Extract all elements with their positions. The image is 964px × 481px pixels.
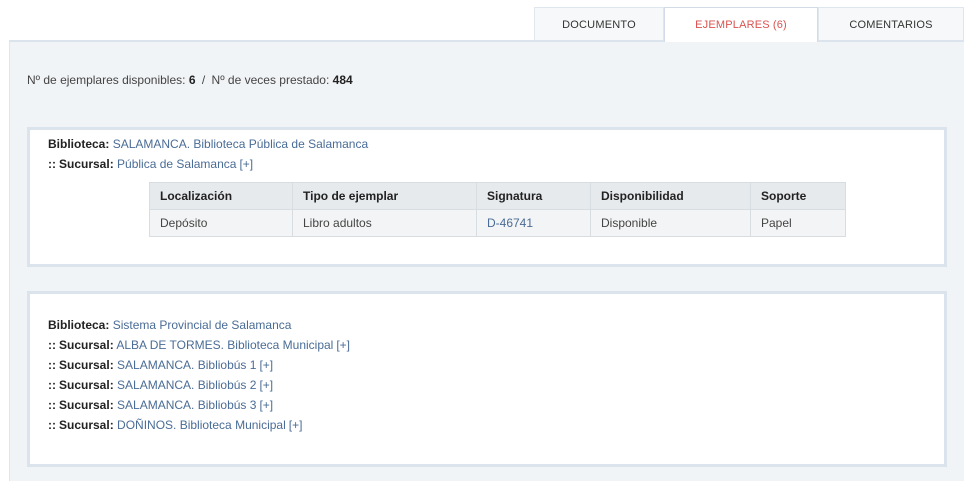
- tab-documento-label: DOCUMENTO: [562, 18, 636, 31]
- sucursal-label: Sucursal:: [59, 338, 114, 352]
- sucursal-label: Sucursal:: [59, 378, 114, 392]
- header-disponibilidad: Disponibilidad: [590, 182, 751, 210]
- sucursal-label: Sucursal:: [59, 418, 114, 432]
- sucursal-label: Sucursal:: [59, 358, 114, 372]
- loans-label: Nº de veces prestado:: [211, 73, 330, 87]
- expand-branch-button[interactable]: [+]: [259, 378, 273, 392]
- branch-line: :: Sucursal: SALAMANCA. Bibliobús 2 [+]: [48, 375, 926, 395]
- library-line: Biblioteca: Sistema Provincial de Salama…: [48, 315, 926, 335]
- expand-branch-button[interactable]: [+]: [289, 418, 303, 432]
- cell-soporte: Papel: [750, 209, 846, 237]
- branch-name: ALBA DE TORMES. Biblioteca Municipal: [116, 338, 334, 352]
- tab-comentarios[interactable]: COMENTARIOS: [818, 7, 964, 41]
- bullet-icon: ::: [48, 157, 56, 171]
- expand-branch-button[interactable]: [+]: [259, 358, 273, 372]
- tab-ejemplares-count: (6): [772, 19, 787, 31]
- branch-name: DOÑINOS. Biblioteca Municipal: [117, 418, 286, 432]
- bullet-icon: ::: [48, 398, 56, 412]
- tab-documento[interactable]: DOCUMENTO: [534, 7, 664, 41]
- library-name: SALAMANCA. Biblioteca Pública de Salaman…: [112, 137, 369, 151]
- branch-line: :: Sucursal: Pública de Salamanca [+]: [48, 154, 926, 174]
- branch-name: Pública de Salamanca: [117, 157, 237, 171]
- branch-line: :: Sucursal: SALAMANCA. Bibliobús 1 [+]: [48, 355, 926, 375]
- branch-line: :: Sucursal: SALAMANCA. Bibliobús 3 [+]: [48, 395, 926, 415]
- cell-disponibilidad: Disponible: [590, 209, 751, 237]
- expand-branch-button[interactable]: [+]: [239, 157, 253, 171]
- expand-branch-button[interactable]: [+]: [336, 338, 350, 352]
- library-box-1: Biblioteca: SALAMANCA. Biblioteca Públic…: [27, 127, 947, 267]
- library-name: Sistema Provincial de Salamanca: [112, 318, 292, 332]
- library-box-2: Biblioteca: Sistema Provincial de Salama…: [27, 291, 947, 467]
- branch-name: SALAMANCA. Bibliobús 3: [117, 398, 257, 412]
- bullet-icon: ::: [48, 378, 56, 392]
- tab-comentarios-label: COMENTARIOS: [849, 18, 933, 31]
- header-soporte: Soporte: [750, 182, 846, 210]
- ejemplares-panel: Nº de ejemplares disponibles: 6 / Nº de …: [9, 40, 964, 481]
- biblioteca-label: Biblioteca:: [48, 137, 110, 151]
- available-label: Nº de ejemplares disponibles:: [27, 73, 186, 87]
- branch-name: SALAMANCA. Bibliobús 2: [117, 378, 257, 392]
- bullet-icon: ::: [48, 418, 56, 432]
- cell-tipo: Libro adultos: [292, 209, 477, 237]
- biblioteca-label: Biblioteca:: [48, 318, 110, 332]
- availability-summary: Nº de ejemplares disponibles: 6 / Nº de …: [27, 73, 353, 87]
- cell-localizacion: Depósito: [149, 209, 293, 237]
- loans-value: 484: [332, 73, 353, 87]
- table-header-row: Localización Tipo de ejemplar Signatura …: [149, 182, 846, 210]
- header-localizacion: Localización: [149, 182, 293, 210]
- library-line: Biblioteca: SALAMANCA. Biblioteca Públic…: [48, 134, 926, 154]
- header-signatura: Signatura: [476, 182, 591, 210]
- expand-branch-button[interactable]: [+]: [259, 398, 273, 412]
- bullet-icon: ::: [48, 358, 56, 372]
- branch-line: :: Sucursal: DOÑINOS. Biblioteca Municipa…: [48, 415, 926, 435]
- sucursal-label: Sucursal:: [59, 157, 114, 171]
- table-row: Depósito Libro adultos D-46741 Disponibl…: [149, 209, 846, 237]
- copies-table: Localización Tipo de ejemplar Signatura …: [149, 182, 846, 237]
- tab-ejemplares-label: EJEMPLARES: [695, 19, 770, 31]
- available-value: 6: [188, 73, 196, 87]
- sucursal-label: Sucursal:: [59, 398, 114, 412]
- branch-line: :: Sucursal: ALBA DE TORMES. Biblioteca M…: [48, 335, 926, 355]
- tab-bar: DOCUMENTO EJEMPLARES (6) COMENTARIOS: [534, 7, 964, 42]
- cell-signatura[interactable]: D-46741: [476, 209, 591, 237]
- branch-name: SALAMANCA. Bibliobús 1: [117, 358, 257, 372]
- bullet-icon: ::: [48, 338, 56, 352]
- summary-separator: /: [201, 73, 206, 87]
- tab-ejemplares[interactable]: EJEMPLARES (6): [664, 7, 818, 42]
- header-tipo: Tipo de ejemplar: [292, 182, 477, 210]
